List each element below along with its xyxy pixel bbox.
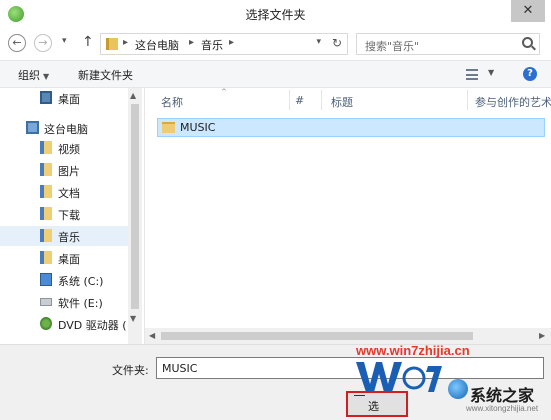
breadcrumb-music[interactable]: 音乐 [201, 37, 223, 53]
sidebar-scroll-thumb[interactable] [131, 104, 139, 309]
sidebar-item-dvd-drive[interactable]: DVD 驱动器 ( [0, 314, 128, 334]
up-button[interactable]: ↑ [82, 34, 94, 50]
sidebar-item-label: 桌面 [58, 253, 80, 266]
chevron-right-icon[interactable]: ▸ [123, 37, 128, 48]
folder-name-input[interactable] [156, 357, 544, 379]
sort-ascending-icon: ^ [221, 88, 227, 96]
pictures-folder-icon [40, 163, 52, 176]
sidebar-item-system-drive[interactable]: 系统 (C:) [0, 270, 128, 290]
search-placeholder: 搜索"音乐" [365, 40, 420, 53]
sidebar-item-music[interactable]: 音乐 [0, 226, 128, 246]
sidebar-item-label: 视频 [58, 143, 80, 156]
chevron-right-icon[interactable]: ▸ [229, 37, 234, 48]
focus-underline [354, 395, 365, 396]
music-folder-icon [40, 229, 52, 242]
sidebar-item-documents[interactable]: 文档 [0, 182, 128, 202]
table-row[interactable]: MUSIC [157, 118, 545, 137]
sidebar-item-this-pc[interactable]: 这台电脑 [0, 118, 128, 138]
caret-down-icon: ▼ [43, 72, 50, 81]
back-button[interactable]: ← [8, 34, 26, 52]
sidebar-item-label: 文档 [58, 187, 80, 200]
logo-seven-shape [426, 366, 442, 392]
view-caret-icon[interactable]: ▼ [488, 68, 494, 77]
window-title: 选择文件夹 [245, 8, 306, 22]
command-bar: 组织 ▼ 新建文件夹 ▼ ? [0, 60, 551, 88]
logo-w-shape [356, 362, 402, 392]
title-bar: 选择文件夹 ✕ [0, 0, 551, 28]
sidebar-item-label: 图片 [58, 165, 80, 178]
column-divider[interactable] [289, 90, 290, 110]
sidebar-item-label: 这台电脑 [44, 123, 88, 136]
column-header-name[interactable]: 名称 [161, 94, 183, 110]
dvd-drive-icon [40, 317, 52, 330]
column-header-title[interactable]: 标题 [331, 94, 353, 110]
new-folder-button[interactable]: 新建文件夹 [78, 67, 133, 83]
horizontal-scrollbar[interactable]: ◀ ▶ [145, 328, 551, 344]
file-name: MUSIC [180, 121, 216, 134]
watermark-brand: 系统之家 [470, 386, 535, 405]
column-header-number[interactable]: # [295, 94, 304, 107]
scroll-right-icon[interactable]: ▶ [539, 331, 545, 340]
sidebar-item-label: 桌面 [58, 93, 80, 106]
sidebar-item-pictures[interactable]: 图片 [0, 160, 128, 180]
help-icon[interactable]: ? [523, 67, 537, 81]
desktop-icon [40, 91, 52, 104]
sidebar-item-videos[interactable]: 视频 [0, 138, 128, 158]
address-bar[interactable]: ▸ 这台电脑 ▸ 音乐 ▸ ▾ ↻ [100, 33, 348, 55]
location-folder-icon [106, 38, 118, 50]
watermark-win7-logo [356, 362, 442, 392]
sidebar-item-desktop[interactable]: 桌面 [0, 88, 128, 108]
recent-locations-icon[interactable]: ▾ [62, 36, 67, 46]
search-input[interactable]: 搜索"音乐" [356, 33, 540, 55]
scroll-up-icon[interactable]: ▲ [130, 91, 136, 100]
chevron-right-icon[interactable]: ▸ [189, 37, 194, 48]
sidebar-item-label: 下载 [58, 209, 80, 222]
watermark-url: www.win7zhijia.cn [356, 343, 470, 358]
sidebar-item-label: 软件 (E:) [58, 297, 103, 310]
column-divider[interactable] [321, 90, 322, 110]
scroll-left-icon[interactable]: ◀ [149, 331, 155, 340]
desktop-folder-icon [40, 251, 52, 264]
view-options-icon[interactable] [466, 69, 478, 80]
computer-icon [26, 121, 39, 134]
column-divider[interactable] [467, 90, 468, 110]
breadcrumb-this-pc[interactable]: 这台电脑 [135, 37, 179, 53]
sidebar-item-label: 音乐 [58, 231, 80, 244]
folder-label: 文件夹: [112, 364, 149, 377]
sidebar-item-desktop-folder[interactable]: 桌面 [0, 248, 128, 268]
organize-label: 组织 [18, 69, 40, 82]
select-folder-label: 选 [368, 400, 379, 413]
scroll-down-icon[interactable]: ▼ [130, 314, 136, 323]
sidebar-item-downloads[interactable]: 下载 [0, 204, 128, 224]
documents-folder-icon [40, 185, 52, 198]
sidebar-item-label: DVD 驱动器 ( [58, 319, 127, 332]
column-header-artists[interactable]: 参与创作的艺术 [475, 94, 551, 110]
horizontal-scroll-thumb[interactable] [161, 332, 473, 340]
refresh-icon[interactable]: ↻ [332, 36, 342, 50]
select-folder-button[interactable]: 选 [346, 391, 408, 417]
address-dropdown-icon[interactable]: ▾ [316, 37, 321, 47]
logo-ring-shape [402, 366, 426, 390]
sidebar-item-label: 系统 (C:) [58, 275, 104, 288]
organize-button[interactable]: 组织 ▼ [18, 67, 49, 83]
file-list: ^ 名称 # 标题 参与创作的艺术 MUSIC ◀ ▶ [145, 88, 551, 344]
sidebar-item-software-drive[interactable]: 软件 (E:) [0, 292, 128, 312]
close-button[interactable]: ✕ [511, 0, 545, 22]
forward-button[interactable]: → [34, 34, 52, 52]
sidebar-scrollbar[interactable]: ▲ ▼ [128, 88, 142, 344]
drive-icon [40, 298, 52, 306]
watermark-badge-icon [448, 379, 468, 399]
video-folder-icon [40, 141, 52, 154]
watermark-site: www.xitongzhijia.net [466, 404, 539, 413]
navigation-bar: ← → ▾ ↑ ▸ 这台电脑 ▸ 音乐 ▸ ▾ ↻ 搜索"音乐" [0, 28, 551, 60]
downloads-folder-icon [40, 207, 52, 220]
folder-icon [162, 122, 175, 133]
system-drive-icon [40, 273, 52, 286]
navigation-pane: 桌面 这台电脑 视频 图片 文档 下载 音乐 桌面 系统 (C:) 软件 (E:… [0, 88, 144, 344]
search-icon[interactable] [522, 37, 533, 48]
